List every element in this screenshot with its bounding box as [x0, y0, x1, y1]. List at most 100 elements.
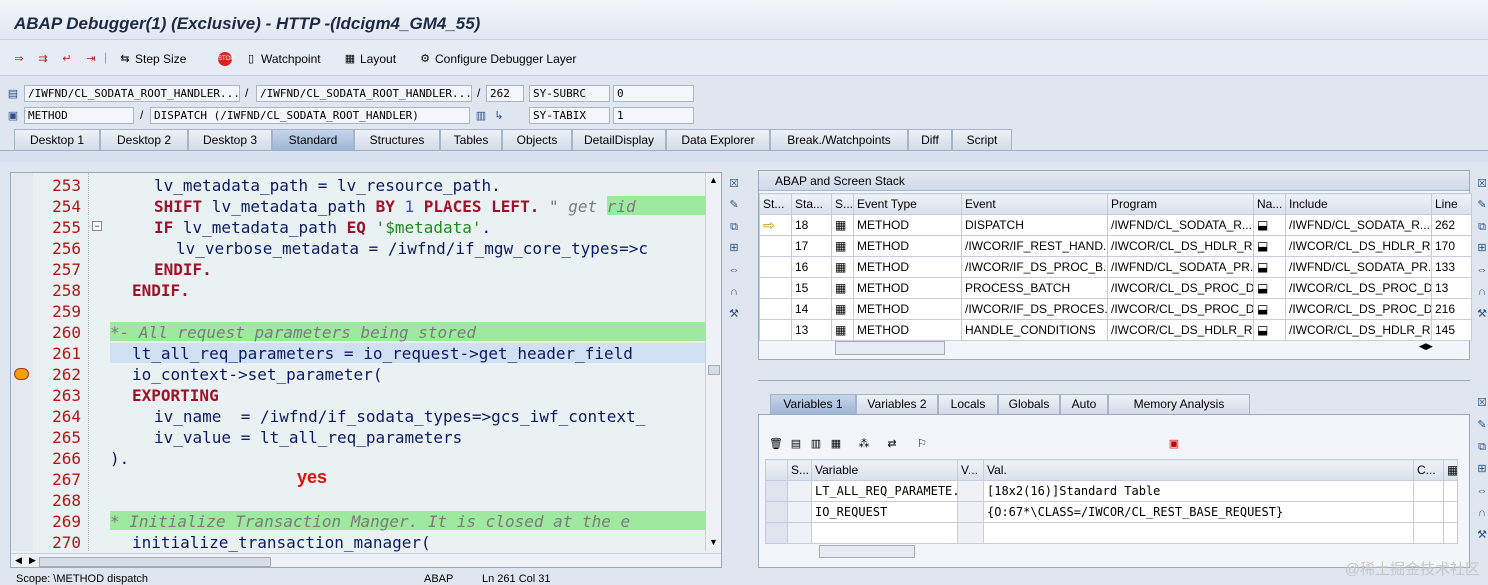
column-header[interactable]: S... [787, 459, 812, 481]
editor-vertical-scrollbar[interactable]: ▲ ▼ [705, 173, 721, 551]
replace-tool-icon[interactable]: ⧉ [1474, 220, 1488, 234]
variables-horizontal-scrollbar[interactable] [819, 545, 915, 558]
scroll-up-icon[interactable]: ▲ [709, 175, 718, 185]
tab-standard[interactable]: Standard [272, 129, 354, 150]
table-row[interactable]: 16 ▦ METHOD/IWCOR/IF_DS_PROC_B.../IWFND/CL… [759, 256, 1472, 278]
column-header[interactable]: Line [1431, 193, 1472, 215]
row-selector[interactable] [765, 480, 788, 502]
layout-button[interactable]: ▦ Layout [343, 50, 396, 68]
table-row[interactable]: 13 ▦ METHOD HANDLE_CONDITIONS/IWCOR/CL_DS_H… [759, 319, 1472, 341]
settings-icon[interactable]: ⚒ [1474, 528, 1488, 542]
close-icon[interactable]: ☒ [726, 177, 742, 191]
close-icon[interactable]: ☒ [1474, 396, 1488, 410]
navigate-icon[interactable]: ⬓ [1253, 256, 1286, 278]
column-header[interactable]: Val. [983, 459, 1414, 481]
navigate-icon[interactable]: ⬓ [1253, 214, 1286, 236]
row-selector[interactable] [765, 501, 788, 523]
table-row[interactable]: 15 ▦ METHOD PROCESS_BATCH/IWCOR/CL_DS_PROC_… [759, 277, 1472, 299]
column-header[interactable]: S... [831, 193, 854, 215]
export-icon[interactable]: ▦ [829, 437, 843, 451]
tab-memory-analysis[interactable]: Memory Analysis [1108, 394, 1250, 414]
column-header[interactable]: Event Type [853, 193, 962, 215]
hierarchy-icon[interactable]: ⁂ [857, 437, 871, 451]
table-row[interactable]: ⇨ 18 ▦ METHOD DISPATCH/IWFND/CL_SODATA_R... ⬓… [759, 214, 1472, 236]
settings-icon[interactable]: ⚒ [726, 307, 742, 321]
layout-icon[interactable]: ▦ [1443, 459, 1458, 481]
table-row[interactable] [765, 522, 1458, 544]
scroll-thumb[interactable] [708, 365, 720, 375]
transfer-icon[interactable]: ⇄ [885, 437, 899, 451]
scroll-thumb[interactable] [39, 557, 271, 567]
table-row[interactable]: 17 ▦ METHOD/IWCOR/IF_REST_HAND.../IWCOR/CL… [759, 235, 1472, 257]
tab-desktop-2[interactable]: Desktop 2 [100, 129, 188, 150]
variable-name-input[interactable] [811, 522, 958, 544]
swap-icon[interactable]: ⇔ [1474, 263, 1488, 277]
navigate-icon[interactable]: ⬓ [1253, 235, 1286, 257]
execute-button[interactable]: ⇉ [36, 50, 50, 68]
flag-icon[interactable]: ⚐ [915, 437, 929, 451]
scroll-down-icon[interactable]: ▼ [709, 537, 718, 547]
save-icon[interactable]: ▣ [1167, 437, 1181, 451]
collapse-icon[interactable]: − [92, 221, 102, 231]
scroll-left-icon[interactable]: ◀ [15, 555, 22, 566]
tab-break-watchpoints[interactable]: Break./Watchpoints [770, 129, 908, 150]
tab-auto[interactable]: Auto [1060, 394, 1108, 414]
maximize-icon[interactable]: ⊞ [726, 241, 742, 255]
table-row[interactable]: LT_ALL_REQ_PARAMETE... [18x2(16)]Standard… [765, 480, 1458, 502]
tab-globals[interactable]: Globals [998, 394, 1060, 414]
configure-debugger-layer-button[interactable]: ⚙ Configure Debugger Layer [418, 50, 576, 68]
line-field[interactable]: 262 [486, 85, 524, 102]
column-header[interactable]: Na... [1253, 193, 1286, 215]
services-icon[interactable]: ∩ [1474, 506, 1488, 520]
breakpoint-gutter[interactable] [11, 173, 33, 551]
tab-data-explorer[interactable]: Data Explorer [666, 129, 770, 150]
maximize-icon[interactable]: ⊞ [1474, 462, 1488, 476]
swap-icon[interactable]: ⇔ [1474, 484, 1488, 498]
tab-structures[interactable]: Structures [354, 129, 440, 150]
navigate-icon[interactable]: ⬓ [1253, 319, 1286, 341]
continue-button[interactable]: ⇥ [84, 50, 98, 68]
replace-tool-icon[interactable]: ⧉ [1474, 440, 1488, 454]
watchpoint-button[interactable]: ▯ Watchpoint [244, 50, 321, 68]
column-header[interactable]: V... [957, 459, 984, 481]
table-row[interactable]: IO_REQUEST {O:67*\CLASS=/IWCOR/CL_REST_BA… [765, 501, 1458, 523]
tab-desktop-1[interactable]: Desktop 1 [14, 129, 100, 150]
program-field[interactable]: /IWFND/CL_SODATA_ROOT_HANDLER... [24, 85, 240, 102]
tab-objects[interactable]: Objects [502, 129, 572, 150]
swap-icon[interactable]: ⇔ [726, 263, 742, 277]
settings-icon[interactable]: ⚒ [1474, 307, 1488, 321]
new-tool-icon[interactable]: ✎ [1474, 198, 1488, 212]
tab-tables[interactable]: Tables [440, 129, 502, 150]
source-code-editor[interactable]: − 253 254 255 256 257 258 259 260 261 26… [10, 172, 722, 568]
scroll-left-icon[interactable]: ◀▶ [1419, 341, 1433, 352]
close-icon[interactable]: ☒ [1474, 177, 1488, 191]
include-field[interactable]: /IWFND/CL_SODATA_ROOT_HANDLER... [256, 85, 472, 102]
variable-value[interactable]: {O:67*\CLASS=/IWCOR/CL_REST_BASE_REQUEST… [983, 501, 1414, 523]
column-header[interactable]: Variable [811, 459, 958, 481]
column-header[interactable]: Include [1285, 193, 1432, 215]
column-header[interactable]: Event [961, 193, 1108, 215]
tab-desktop-3[interactable]: Desktop 3 [188, 129, 272, 150]
services-icon[interactable]: ∩ [1474, 285, 1488, 299]
tab-variables-2[interactable]: Variables 2 [856, 394, 938, 414]
table-row[interactable]: 14 ▦ METHOD/IWCOR/IF_DS_PROCES.../IWCOR/CL… [759, 298, 1472, 320]
new-tool-icon[interactable]: ✎ [1474, 418, 1488, 432]
row-selector[interactable] [765, 522, 788, 544]
navigate-icon[interactable]: ⬓ [1253, 298, 1286, 320]
column-header[interactable]: Program [1107, 193, 1254, 215]
display-table-icon[interactable]: ▤ [789, 437, 803, 451]
replace-tool-icon[interactable]: ⧉ [726, 220, 742, 234]
delete-icon[interactable]: 🗑 [769, 437, 783, 451]
display-icon[interactable]: ▥ [474, 109, 488, 123]
navigate-icon[interactable]: ⬓ [1253, 277, 1286, 299]
tab-variables-1[interactable]: Variables 1 [770, 394, 856, 414]
import-icon[interactable]: ▥ [809, 437, 823, 451]
tab-detaildisplay[interactable]: DetailDisplay [572, 129, 666, 150]
stack-horizontal-scrollbar[interactable] [835, 341, 945, 355]
stop-button[interactable]: STOP [218, 50, 234, 68]
sysfield-name-1[interactable]: SY-SUBRC [529, 85, 610, 102]
variable-name[interactable]: LT_ALL_REQ_PARAMETE... [811, 480, 958, 502]
single-step-button[interactable]: ⇒ [12, 50, 26, 68]
scroll-right-icon[interactable]: ▶ [29, 555, 36, 566]
variable-value[interactable]: [18x2(16)]Standard Table [983, 480, 1414, 502]
